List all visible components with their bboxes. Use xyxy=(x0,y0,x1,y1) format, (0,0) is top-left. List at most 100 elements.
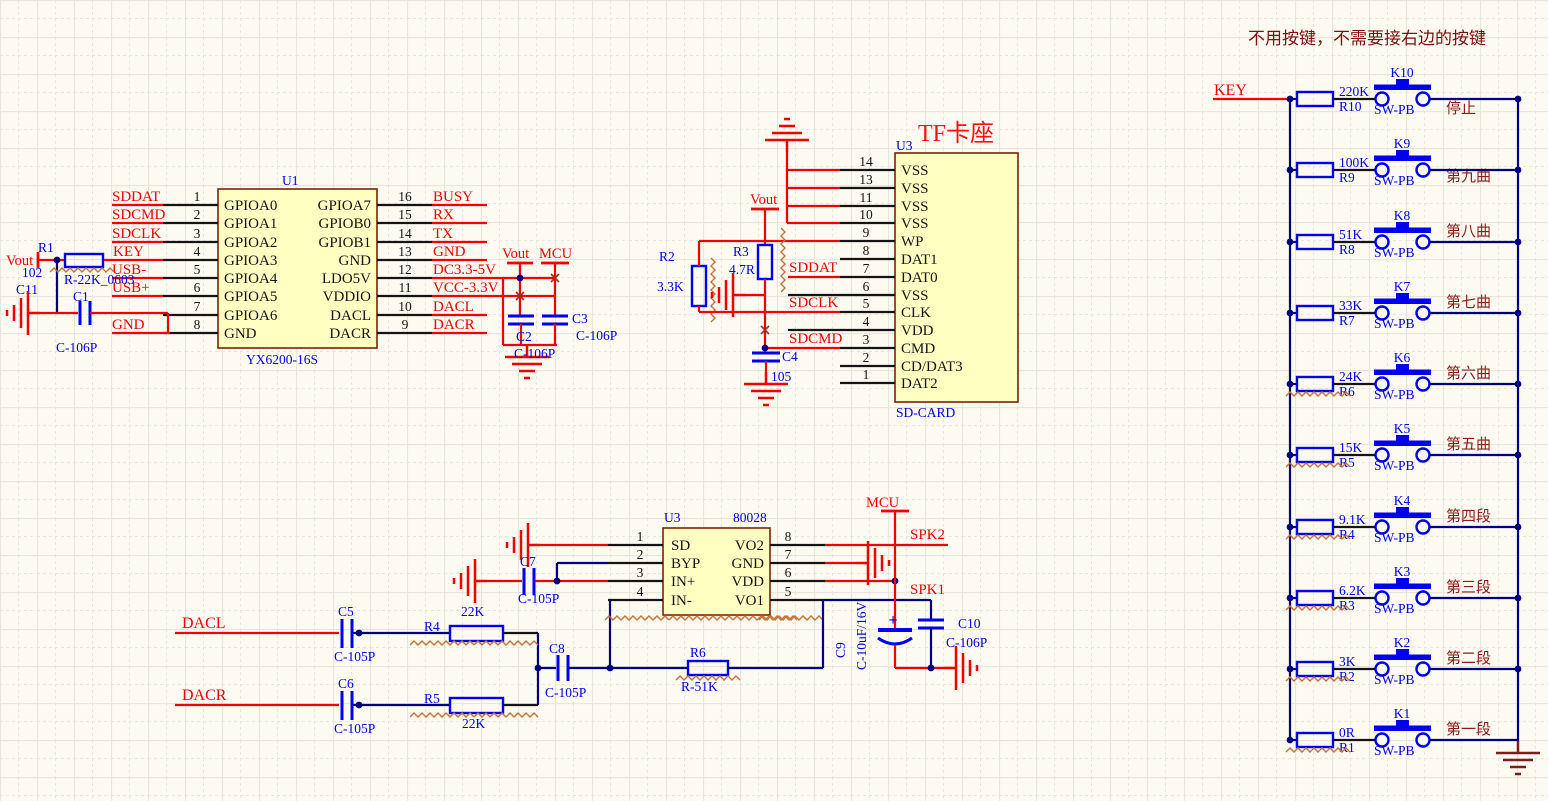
r2-designator[interactable]: R2 xyxy=(659,249,675,264)
switch-value[interactable]: SW-PB xyxy=(1374,387,1415,402)
power-label-vout[interactable]: Vout xyxy=(750,192,777,208)
r6-designator[interactable]: R6 xyxy=(690,645,706,660)
resistor-value[interactable]: 6.2K xyxy=(1339,583,1366,598)
net-label-sdclk[interactable]: SDCLK xyxy=(789,295,838,311)
amp-value[interactable]: 80028 xyxy=(733,510,767,525)
c11-value[interactable]: 102 xyxy=(22,265,42,280)
amp-designator[interactable]: U3 xyxy=(664,510,681,525)
switch-value[interactable]: SW-PB xyxy=(1374,601,1415,616)
c10-value[interactable]: C-106P xyxy=(946,635,987,650)
net-label-busy[interactable]: BUSY xyxy=(433,189,473,205)
tf-value[interactable]: SD-CARD xyxy=(896,405,956,420)
u1-designator[interactable]: U1 xyxy=(282,173,299,188)
resistor-designator[interactable]: R8 xyxy=(1339,242,1355,257)
c3-designator[interactable]: C3 xyxy=(572,311,588,326)
switch-designator[interactable]: K5 xyxy=(1394,421,1411,436)
resistor-value[interactable]: 100K xyxy=(1339,155,1369,170)
switch-value[interactable]: SW-PB xyxy=(1374,316,1415,331)
switch-value[interactable]: SW-PB xyxy=(1374,245,1415,260)
switch-designator[interactable]: K8 xyxy=(1394,208,1411,223)
net-label-sddat[interactable]: SDDAT xyxy=(789,260,837,276)
resistor-designator[interactable]: R6 xyxy=(1339,384,1355,399)
net-label-spk1[interactable]: SPK1 xyxy=(910,582,945,598)
c5-value[interactable]: C-105P xyxy=(334,649,375,664)
resistor-designator[interactable]: R1 xyxy=(1339,740,1355,755)
r5-designator[interactable]: R5 xyxy=(424,691,440,706)
r3-designator[interactable]: R3 xyxy=(733,244,749,259)
resistor-designator[interactable]: R4 xyxy=(1339,527,1355,542)
power-label-mcu[interactable]: MCU xyxy=(539,246,573,262)
r1-value[interactable]: R-22K_0603 xyxy=(64,272,135,287)
c6-designator[interactable]: C6 xyxy=(338,676,354,691)
resistor-value[interactable]: 220K xyxy=(1339,84,1369,99)
c2-designator[interactable]: C2 xyxy=(516,329,532,344)
r1-designator[interactable]: R1 xyxy=(38,240,54,255)
switch-value[interactable]: SW-PB xyxy=(1374,173,1415,188)
net-label-dacl[interactable]: DACL xyxy=(433,299,474,315)
c7-value[interactable]: C-105P xyxy=(518,591,559,606)
c9-value[interactable]: C-10uF/16V xyxy=(854,601,869,670)
resistor-value[interactable]: 24K xyxy=(1339,369,1363,384)
switch-designator[interactable]: K6 xyxy=(1394,350,1411,365)
c5-designator[interactable]: C5 xyxy=(338,604,354,619)
net-label-dacr[interactable]: DACR xyxy=(433,317,475,333)
resistor-value[interactable]: 15K xyxy=(1339,440,1363,455)
switch-designator[interactable]: K4 xyxy=(1394,493,1411,508)
c6-value[interactable]: C-105P xyxy=(334,721,375,736)
net-label-dacr[interactable]: DACR xyxy=(182,687,227,704)
switch-designator[interactable]: K3 xyxy=(1394,564,1411,579)
resistor-value[interactable]: 51K xyxy=(1339,227,1363,242)
switch-designator[interactable]: K7 xyxy=(1394,279,1411,294)
net-label-dacl[interactable]: DACL xyxy=(182,615,226,632)
resistor-designator[interactable]: R9 xyxy=(1339,170,1355,185)
c4-designator[interactable]: C4 xyxy=(782,349,798,364)
c8-designator[interactable]: C8 xyxy=(549,641,565,656)
resistor-designator[interactable]: R7 xyxy=(1339,313,1355,328)
resistor-value[interactable]: 0R xyxy=(1339,725,1355,740)
u1-value[interactable]: YX6200-16S xyxy=(246,352,318,367)
net-label-dc33-5v[interactable]: DC3.3-5V xyxy=(433,262,496,278)
r4-value[interactable]: 22K xyxy=(461,604,485,619)
c1-value[interactable]: C-106P xyxy=(56,340,97,355)
tf-title[interactable]: TF卡座 xyxy=(918,120,994,147)
net-label-gnd[interactable]: GND xyxy=(433,244,466,260)
net-label-tx[interactable]: TX xyxy=(433,226,453,242)
switch-value[interactable]: SW-PB xyxy=(1374,102,1415,117)
net-label-spk2[interactable]: SPK2 xyxy=(910,527,945,543)
c4-value[interactable]: 105 xyxy=(771,369,792,384)
c2-value[interactable]: C-106P xyxy=(514,346,555,361)
switch-designator[interactable]: K1 xyxy=(1394,706,1411,721)
resistor-designator[interactable]: R3 xyxy=(1339,598,1355,613)
net-label-key[interactable]: KEY xyxy=(1214,82,1247,99)
r4-designator[interactable]: R4 xyxy=(424,619,440,634)
power-label-mcu[interactable]: MCU xyxy=(866,495,900,511)
c10-designator[interactable]: C10 xyxy=(958,616,981,631)
resistor-designator[interactable]: R2 xyxy=(1339,669,1355,684)
net-label-sdcmd[interactable]: SDCMD xyxy=(112,207,166,223)
net-label-rx[interactable]: RX xyxy=(433,207,454,223)
net-label-gnd[interactable]: GND xyxy=(112,317,145,333)
c9-designator[interactable]: C9 xyxy=(833,642,848,658)
r2-value[interactable]: 3.3K xyxy=(657,279,684,294)
r6-value[interactable]: R-51K xyxy=(681,679,718,694)
c7-designator[interactable]: C7 xyxy=(520,554,536,569)
net-label-sddat[interactable]: SDDAT xyxy=(112,189,160,205)
resistor-designator[interactable]: R5 xyxy=(1339,455,1355,470)
net-label-key[interactable]: KEY xyxy=(113,244,144,260)
r5-value[interactable]: 22K xyxy=(462,716,486,731)
switch-designator[interactable]: K9 xyxy=(1394,136,1411,151)
resistor-designator[interactable]: R10 xyxy=(1339,99,1362,114)
resistor-value[interactable]: 3K xyxy=(1339,654,1356,669)
net-label-sdclk[interactable]: SDCLK xyxy=(112,226,161,242)
switch-value[interactable]: SW-PB xyxy=(1374,458,1415,473)
net-label-vcc-33v[interactable]: VCC-3.3V xyxy=(433,280,499,296)
tf-designator[interactable]: U3 xyxy=(896,138,913,153)
power-label-vout[interactable]: Vout xyxy=(502,246,529,262)
net-label-sdcmd[interactable]: SDCMD xyxy=(789,331,843,347)
resistor-value[interactable]: 9.1K xyxy=(1339,512,1366,527)
c1-designator[interactable]: C1 xyxy=(73,289,89,304)
c3-value[interactable]: C-106P xyxy=(576,328,617,343)
switch-designator[interactable]: K2 xyxy=(1394,635,1411,650)
switch-value[interactable]: SW-PB xyxy=(1374,743,1415,758)
switch-value[interactable]: SW-PB xyxy=(1374,672,1415,687)
